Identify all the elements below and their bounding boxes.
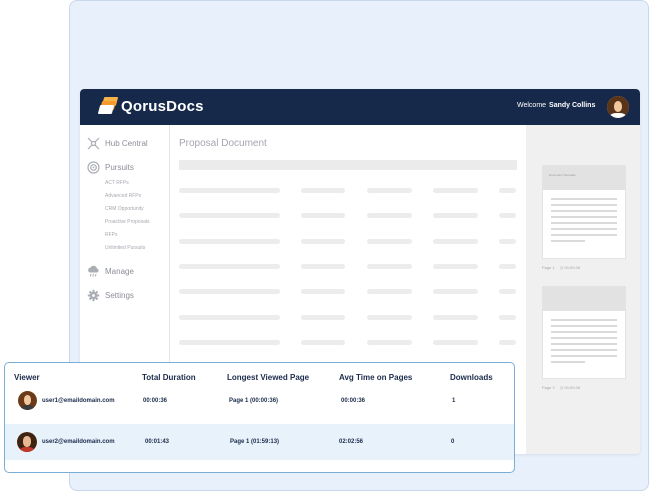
clock-icon: ◷: [560, 265, 564, 270]
skeleton-cell: [499, 188, 516, 193]
viewer-email: user2@emaildomain.com: [42, 439, 115, 445]
sidebar-item-label: Hub Central: [105, 139, 148, 148]
target-icon: [87, 161, 100, 174]
skeleton-cell: [301, 340, 345, 345]
skeleton-cell: [499, 264, 516, 269]
longest-viewed-page: Page 1 (01:59:13): [230, 439, 279, 445]
page-preview-panel: Document Template Page 1 ◷ 00:00:36: [526, 125, 640, 454]
viewer-avatar: [18, 391, 37, 410]
thumbnail-title: Document Template: [549, 173, 576, 177]
user-avatar[interactable]: [607, 96, 629, 118]
skeleton-cell: [179, 340, 280, 345]
viewer-email: user1@emaildomain.com: [42, 398, 115, 404]
skeleton-cell: [301, 239, 345, 244]
sidebar-item-label: Settings: [105, 291, 134, 300]
skeleton-cell: [179, 315, 280, 320]
skeleton-cell: [179, 264, 280, 269]
total-duration: 00:00:36: [143, 398, 167, 404]
skeleton-cell: [433, 289, 478, 294]
skeleton-cell: [499, 289, 516, 294]
page-thumbnail-2[interactable]: [542, 286, 626, 379]
skeleton-cell: [367, 264, 412, 269]
welcome-message: WelcomeSandy Collins: [517, 102, 595, 109]
skeleton-cell: [433, 340, 478, 345]
avg-time-on-pages: 00:00:36: [341, 398, 365, 404]
page-title: Proposal Document: [179, 138, 267, 149]
skeleton-cell: [499, 340, 516, 345]
sidebar-subitem-crm-opportunity[interactable]: CRM Opportunity: [105, 206, 144, 212]
skeleton-cell: [367, 340, 412, 345]
sidebar-subitem-act-rfps[interactable]: ACT RFPs: [105, 180, 129, 186]
skeleton-cell: [179, 289, 280, 294]
downloads-count: 1: [452, 398, 455, 404]
hub-icon: [87, 137, 100, 150]
skeleton-cell: [499, 213, 516, 218]
table-row[interactable]: user1@emaildomain.com 00:00:36 Page 1 (0…: [5, 383, 514, 419]
sidebar-subitem-unlimited-pursuits[interactable]: Unlimited Pursuits: [105, 245, 145, 251]
skeleton-cell: [179, 213, 280, 218]
column-header-viewer[interactable]: Viewer: [14, 373, 40, 382]
skeleton-cell: [433, 264, 478, 269]
skeleton-cell: [433, 213, 478, 218]
skeleton-cell: [499, 315, 516, 320]
viewer-avatar: [17, 432, 37, 452]
skeleton-header-bar: [179, 160, 517, 170]
column-header-total-duration[interactable]: Total Duration: [142, 373, 196, 382]
column-header-longest-viewed-page[interactable]: Longest Viewed Page: [227, 373, 309, 382]
page-thumbnail-1[interactable]: Document Template: [542, 165, 626, 259]
qorusdocs-logo-icon: [99, 97, 117, 114]
page-meta-2: Page 2 ◷ 00:00:36: [542, 385, 580, 390]
sidebar-item-label: Pursuits: [105, 163, 134, 172]
skeleton-cell: [367, 213, 412, 218]
welcome-label: Welcome: [517, 102, 546, 109]
skeleton-cell: [433, 239, 478, 244]
table-row[interactable]: user2@emaildomain.com 00:01:43 Page 1 (0…: [5, 424, 514, 460]
page-label: Page 1: [542, 265, 555, 270]
avg-time-on-pages: 02:02:56: [339, 439, 363, 445]
page-meta-1: Page 1 ◷ 00:00:36: [542, 265, 580, 270]
skeleton-cell: [179, 239, 280, 244]
sidebar-subitem-advanced-rfps[interactable]: Advanced RFPs: [105, 193, 141, 199]
skeleton-cell: [301, 264, 345, 269]
column-header-downloads[interactable]: Downloads: [450, 373, 493, 382]
total-duration: 00:01:43: [145, 439, 169, 445]
skeleton-cell: [433, 315, 478, 320]
clock-icon: ◷: [560, 385, 564, 390]
sidebar-subitem-rfps[interactable]: RFPs: [105, 232, 118, 238]
brand-name[interactable]: QorusDocs: [121, 98, 204, 115]
skeleton-cell: [301, 289, 345, 294]
skeleton-cell: [433, 188, 478, 193]
app-header: QorusDocs WelcomeSandy Collins: [80, 89, 640, 125]
skeleton-cell: [367, 239, 412, 244]
viewer-analytics-table: Viewer Total Duration Longest Viewed Pag…: [4, 362, 515, 473]
skeleton-cell: [499, 239, 516, 244]
page-time: 00:00:36: [564, 385, 580, 390]
page-time: 00:00:36: [564, 265, 580, 270]
skeleton-cell: [179, 188, 280, 193]
column-header-avg-time[interactable]: Avg Time on Pages: [339, 373, 412, 382]
sidebar-subitem-proactive-proposals[interactable]: Proactive Proposals: [105, 219, 149, 225]
user-name[interactable]: Sandy Collins: [549, 102, 595, 109]
downloads-count: 0: [451, 439, 454, 445]
longest-viewed-page: Page 1 (00:00:36): [229, 398, 278, 404]
gear-icon: [87, 289, 100, 302]
skeleton-cell: [301, 188, 345, 193]
cloud-rain-icon: [87, 265, 100, 278]
skeleton-cell: [301, 315, 345, 320]
skeleton-cell: [367, 315, 412, 320]
page-label: Page 2: [542, 385, 555, 390]
sidebar-item-label: Manage: [105, 267, 134, 276]
skeleton-cell: [367, 188, 412, 193]
skeleton-cell: [301, 213, 345, 218]
skeleton-cell: [367, 289, 412, 294]
